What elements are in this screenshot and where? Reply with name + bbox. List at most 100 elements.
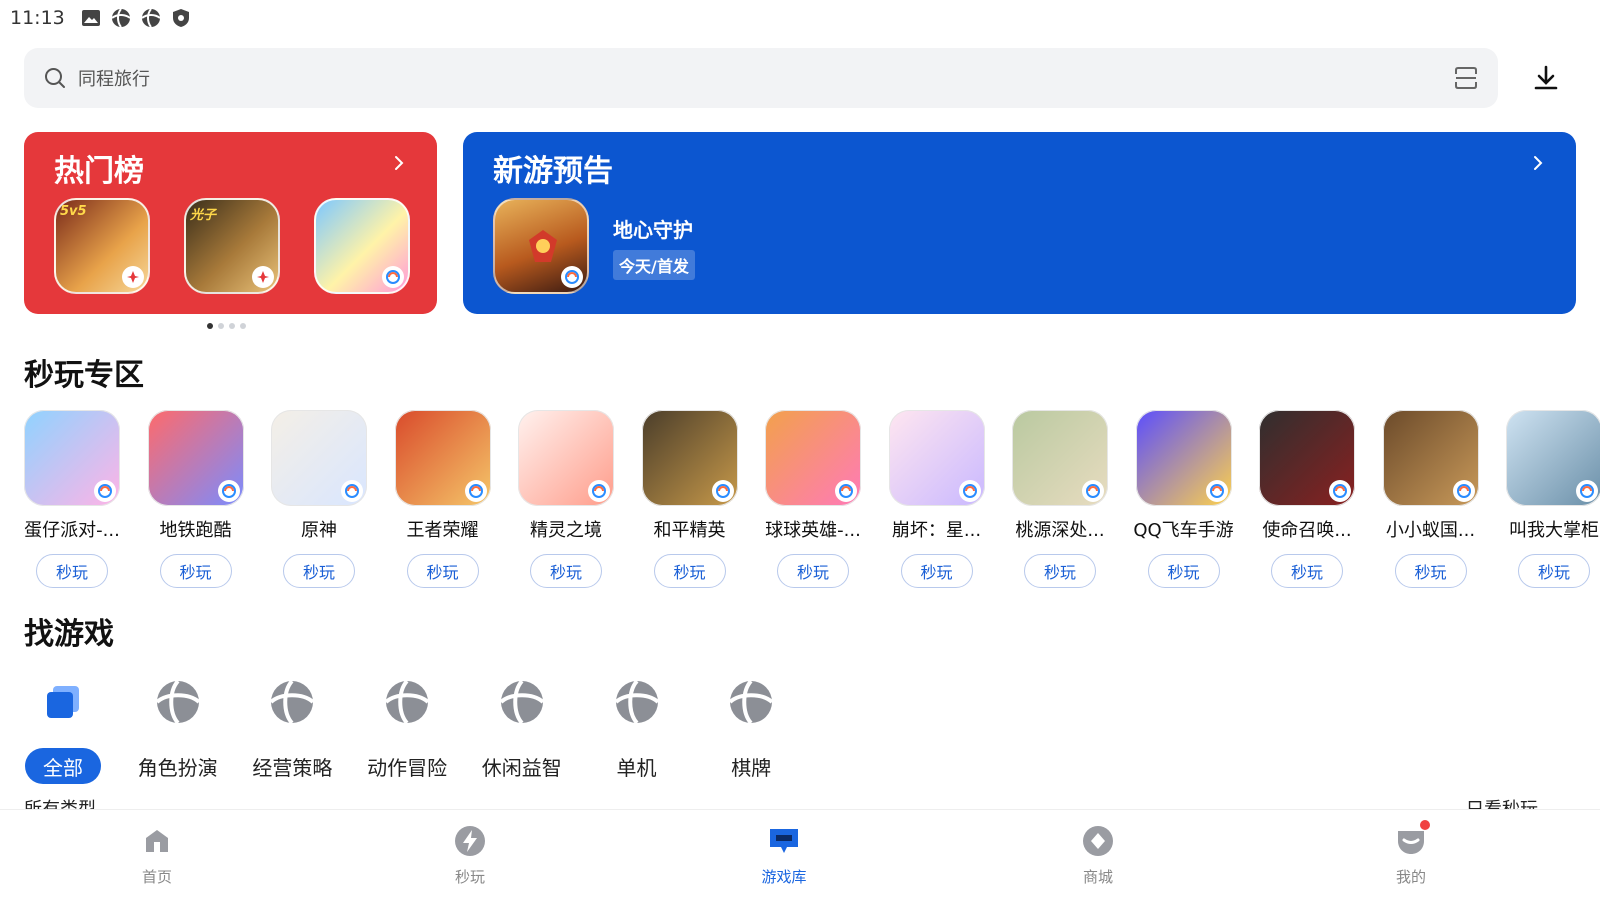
nav-item[interactable]: 商城 [1048, 824, 1148, 887]
game-app-icon[interactable] [1012, 410, 1108, 506]
hot-app-icon[interactable]: 光子 [184, 198, 280, 294]
quick-play-item[interactable]: 使命召唤... 秒玩 [1244, 410, 1370, 588]
quick-play-button[interactable]: 秒玩 [36, 554, 108, 588]
hot-list-title: 热门榜 [54, 154, 144, 189]
game-app-icon[interactable] [147, 410, 244, 506]
search-bar[interactable]: 同程旅行 [24, 48, 1498, 108]
game-center-page: 11:13 同程旅行 热门榜 5v5 光子 新游预告 地心守护 今天/首发 秒玩… [0, 0, 1600, 900]
new-game-icon[interactable] [493, 198, 589, 294]
hot-list-apps: 5v5 光子 [54, 198, 410, 294]
game-app-icon[interactable] [765, 410, 861, 506]
download-icon[interactable] [1530, 62, 1562, 94]
quick-play-badge-icon [835, 480, 857, 502]
scan-icon[interactable] [1454, 67, 1478, 89]
chevron-right-icon[interactable] [393, 154, 405, 176]
quick-play-button[interactable]: 秒玩 [406, 554, 479, 588]
game-name: 和平精英 [653, 520, 726, 541]
nav-item[interactable]: 秒玩 [420, 824, 520, 887]
status-bar: 11:13 [0, 0, 1600, 36]
quick-play-button[interactable]: 秒玩 [900, 554, 973, 588]
quick-play-badge-icon [711, 480, 734, 502]
hot-app-icon[interactable]: 5v5 [54, 198, 150, 294]
notification-dot [1420, 820, 1430, 830]
game-app-icon[interactable] [518, 410, 614, 506]
quick-play-item[interactable]: 崩坏：星... 秒玩 [874, 410, 1000, 588]
quick-play-item[interactable]: 原神 秒玩 [256, 410, 382, 588]
game-app-icon[interactable] [1135, 410, 1232, 506]
quick-play-button[interactable]: 秒玩 [530, 554, 602, 588]
category-item[interactable]: 单机 [587, 676, 687, 784]
quick-play-item[interactable]: 精灵之境 秒玩 [503, 410, 629, 588]
next-section-title: 所有类型 [24, 799, 96, 810]
category-item[interactable]: 休闲益智 [472, 676, 572, 784]
quick-play-item[interactable]: 王者荣耀 秒玩 [380, 410, 506, 588]
quick-play-badge-icon [341, 480, 363, 502]
quick-play-button[interactable]: 秒玩 [1271, 554, 1343, 588]
new-game-tag: 今天/首发 [613, 250, 695, 280]
category-item[interactable]: 全部 [13, 676, 113, 784]
quick-play-item[interactable]: 和平精英 秒玩 [627, 410, 753, 588]
quick-play-badge-icon [1082, 480, 1104, 502]
game-app-icon[interactable] [1506, 410, 1600, 506]
game-center-icon [496, 676, 548, 728]
quick-play-badge-icon [588, 480, 610, 502]
quick-play-button[interactable]: 秒玩 [1024, 554, 1096, 588]
quick-play-item[interactable]: QQ飞车手游秒玩 [1121, 410, 1247, 588]
quick-play-button[interactable]: 秒玩 [283, 554, 355, 588]
bottom-nav: 首页 秒玩 游戏库 商城 我的 [0, 810, 1600, 900]
quick-play-button[interactable]: 秒玩 [1147, 554, 1220, 588]
category-label: 全部 [25, 748, 101, 784]
quick-play-list: 蛋仔派对-... 秒玩 地铁跑酷 秒玩 原神 秒玩 王者荣耀 秒玩 精灵之境 秒玩 和平精英 秒玩 球球… [24, 410, 1600, 590]
nav-item[interactable]: 我的 [1361, 820, 1461, 887]
quick-play-button[interactable]: 秒玩 [777, 554, 849, 588]
category-item[interactable]: 棋牌 [701, 676, 801, 784]
nav-label: 商城 [1082, 868, 1113, 886]
new-game-title: 新游预告 [493, 154, 613, 189]
game-app-icon[interactable] [888, 410, 985, 506]
game-name: 叫我大掌柜 [1509, 520, 1599, 541]
quick-play-item[interactable]: 球球英雄-... 秒玩 [750, 410, 876, 588]
carousel-dot [240, 323, 246, 329]
quick-play-badge-icon [1452, 480, 1475, 502]
nav-item[interactable]: 首页 [107, 824, 207, 887]
search-placeholder[interactable]: 同程旅行 [78, 65, 1454, 91]
game-center-icon [725, 676, 777, 728]
find-game-title: 找游戏 [24, 617, 114, 652]
quick-play-only-filter[interactable]: 只看秒玩 [1466, 796, 1538, 810]
hot-app-icon[interactable] [314, 198, 410, 294]
new-game-card[interactable]: 新游预告 地心守护 今天/首发 [463, 132, 1576, 314]
game-app-icon[interactable] [271, 410, 367, 506]
quick-play-button[interactable]: 秒玩 [1394, 554, 1467, 588]
game-app-icon[interactable] [641, 410, 738, 506]
nav-item[interactable]: 游戏库 [734, 824, 834, 887]
game-app-icon[interactable] [24, 410, 120, 506]
category-item[interactable]: 动作冒险 [357, 676, 457, 784]
game-name: 小小蚁国... [1385, 520, 1476, 541]
category-label: 单机 [616, 755, 657, 780]
game-name: QQ飞车手游 [1133, 520, 1234, 541]
game-logo-text: 5v5 [60, 204, 87, 219]
new-game-name[interactable]: 地心守护 [613, 214, 693, 243]
quick-play-item[interactable]: 地铁跑酷 秒玩 [133, 410, 259, 588]
quick-play-badge-icon [252, 266, 274, 288]
quick-play-button[interactable]: 秒玩 [653, 554, 726, 588]
quick-play-button[interactable]: 秒玩 [159, 554, 232, 588]
quick-play-item[interactable]: 蛋仔派对-... 秒玩 [24, 410, 135, 588]
nav-label: 我的 [1395, 868, 1426, 886]
quick-play-item[interactable]: 小小蚁国... 秒玩 [1368, 410, 1494, 588]
quick-play-button[interactable]: 秒玩 [1518, 554, 1590, 588]
category-item[interactable]: 角色扮演 [128, 676, 228, 784]
quick-play-badge-icon [122, 266, 144, 288]
category-label: 棋牌 [731, 755, 772, 780]
chevron-right-icon[interactable] [1532, 154, 1544, 176]
hot-list-card[interactable]: 热门榜 5v5 光子 [24, 132, 437, 314]
category-item[interactable]: 经营策略 [242, 676, 342, 784]
carousel-dots [207, 323, 246, 329]
game-name: 使命召唤... [1262, 520, 1352, 541]
game-app-icon[interactable] [394, 410, 491, 506]
quick-play-item[interactable]: 桃源深处... 秒玩 [997, 410, 1123, 588]
game-center-icon [381, 676, 433, 728]
game-app-icon[interactable] [1382, 410, 1479, 506]
game-app-icon[interactable] [1259, 410, 1355, 506]
quick-play-item[interactable]: 叫我大掌柜 秒玩 [1491, 410, 1600, 588]
